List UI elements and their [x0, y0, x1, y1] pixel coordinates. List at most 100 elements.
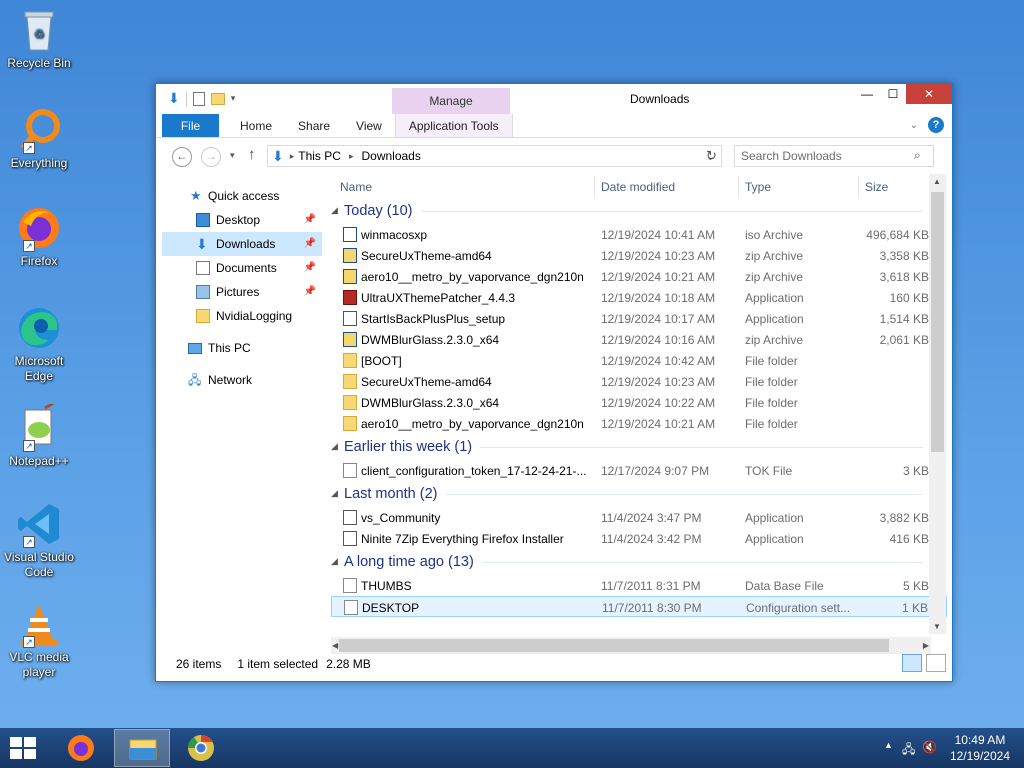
file-row[interactable]: [BOOT] 12/19/2024 10:42 AM File folder [331, 350, 947, 371]
taskbar-firefox[interactable] [53, 729, 109, 767]
file-row[interactable]: SecureUxTheme-amd64 12/19/2024 10:23 AM zi… [331, 245, 947, 266]
address-bar[interactable]: ⬇ ▸ This PC ▸ Downloads ⌄ [267, 145, 722, 167]
collapse-arrow-icon[interactable]: ◢ [331, 441, 338, 452]
recent-locations-icon[interactable]: ▾ [230, 150, 235, 161]
nav-quick-access[interactable]: ★ Quick access [162, 184, 322, 208]
file-row[interactable]: DESKTOP 11/7/2011 8:30 PM Configuration se… [331, 596, 947, 617]
navigation-pane: ★ Quick access Desktop 📌 ⬇ Downloads 📌 D… [162, 184, 322, 654]
file-row[interactable]: StartIsBackPlusPlus_setup 12/19/2024 10:1… [331, 308, 947, 329]
search-input[interactable]: Search Downloads [734, 145, 934, 167]
manage-tab[interactable]: Manage [392, 88, 510, 114]
vertical-scrollbar[interactable]: ▲ ▼ [929, 174, 946, 634]
nav-label: Network [208, 373, 253, 387]
scroll-left-icon[interactable]: ◀ [332, 641, 338, 650]
refresh-icon[interactable]: ↻ [706, 148, 717, 164]
desktop-icon-everything[interactable]: ↗ Everything [4, 106, 74, 171]
computer-icon [188, 343, 202, 354]
nav-downloads[interactable]: ⬇ Downloads 📌 [162, 232, 322, 256]
nav-this-pc[interactable]: This PC [162, 336, 322, 360]
back-button[interactable]: ← [172, 147, 192, 167]
file-row[interactable]: SecureUxTheme-amd64 12/19/2024 10:23 AM Fi… [331, 371, 947, 392]
forward-button[interactable]: → [201, 147, 221, 167]
title-bar[interactable]: ⬇ ▾ Manage Downloads — ☐ ✕ [156, 84, 952, 114]
file-explorer-window: ⬇ ▾ Manage Downloads — ☐ ✕ File Home Sha… [155, 83, 953, 682]
minimize-button[interactable]: — [854, 84, 880, 104]
breadcrumb-this-pc[interactable]: This PC [298, 149, 341, 163]
file-date-modified: 12/19/2024 10:41 AM [601, 228, 716, 242]
file-row[interactable]: DWMBlurGlass.2.3.0_x64 12/19/2024 10:22 A… [331, 392, 947, 413]
collapse-arrow-icon[interactable]: ◢ [331, 205, 338, 216]
desktop-icon-vscode[interactable]: ↗ Visual Studio Code [4, 500, 74, 580]
desktop-icon-notepadpp[interactable]: ↗ Notepad++ [4, 398, 74, 469]
desktop-icon-firefox[interactable]: ↗ Firefox [4, 204, 74, 269]
clock[interactable]: 10:49 AM 12/19/2024 [950, 732, 1010, 764]
maximize-button[interactable]: ☐ [880, 84, 906, 104]
taskbar-chrome[interactable] [173, 729, 229, 767]
collapse-arrow-icon[interactable]: ◢ [331, 556, 338, 567]
tab-file[interactable]: File [162, 114, 219, 137]
scroll-down-icon[interactable]: ▼ [933, 622, 941, 631]
vertical-scroll-thumb[interactable] [931, 192, 944, 452]
start-button[interactable] [10, 737, 36, 759]
collapse-arrow-icon[interactable]: ◢ [331, 488, 338, 499]
up-button[interactable]: ↑ [248, 146, 256, 163]
tab-share[interactable]: Share [285, 114, 343, 137]
details-view-button[interactable] [902, 654, 922, 672]
file-row[interactable]: vs_Community 11/4/2024 3:47 PM Application… [331, 507, 947, 528]
taskbar-file-explorer[interactable] [114, 729, 170, 767]
show-hidden-icons-icon[interactable]: ▲ [884, 740, 893, 750]
file-row[interactable]: aero10__metro_by_vaporvance_dgn210n 12/19… [331, 266, 947, 287]
scroll-up-icon[interactable]: ▲ [933, 177, 941, 186]
nav-pictures[interactable]: Pictures 📌 [162, 280, 322, 304]
desktop-icon-vlc[interactable]: ↗ VLC media player [4, 600, 74, 680]
help-icon[interactable]: ? [928, 117, 944, 133]
file-row[interactable]: THUMBS 11/7/2011 8:31 PM Data Base File 5 K… [331, 575, 947, 596]
column-size[interactable]: Size [865, 180, 888, 194]
group-header[interactable]: ◢ Today (10) [331, 198, 947, 224]
tab-application-tools[interactable]: Application Tools [394, 114, 513, 137]
column-divider[interactable] [738, 176, 739, 198]
close-button[interactable]: ✕ [906, 84, 952, 104]
tab-home[interactable]: Home [227, 114, 285, 137]
new-folder-icon[interactable] [210, 92, 225, 105]
network-status-icon[interactable]: 🖧 [902, 740, 915, 761]
nav-desktop[interactable]: Desktop 📌 [162, 208, 322, 232]
column-date-modified[interactable]: Date modified [601, 180, 675, 194]
downloads-arrow-icon[interactable]: ⬇ [168, 90, 180, 107]
properties-icon[interactable] [192, 91, 205, 106]
file-row[interactable]: aero10__metro_by_vaporvance_dgn210n 12/19… [331, 413, 947, 434]
horizontal-scroll-thumb[interactable] [339, 639, 889, 652]
qat-dropdown-icon[interactable]: ▾ [231, 93, 236, 104]
group-header[interactable]: ◢ Earlier this week (1) [331, 434, 947, 460]
column-divider[interactable] [858, 176, 859, 198]
group-header[interactable]: ◢ Last month (2) [331, 481, 947, 507]
expand-ribbon-icon[interactable]: ⌄ [910, 120, 918, 131]
nav-documents[interactable]: Documents 📌 [162, 256, 322, 280]
file-row[interactable]: winmacosxp 12/19/2024 10:41 AM iso Archive… [331, 224, 947, 245]
file-type: zip Archive [745, 270, 804, 284]
column-divider[interactable] [594, 176, 595, 198]
file-size: 1 KB [901, 601, 928, 615]
breadcrumb-downloads[interactable]: Downloads [361, 149, 420, 163]
breadcrumb-separator-icon[interactable]: ▸ [290, 151, 295, 162]
file-row[interactable]: UltraUXThemePatcher_4.4.3 12/19/2024 10:1… [331, 287, 947, 308]
group-header[interactable]: ◢ A long time ago (13) [331, 549, 947, 575]
everything-icon: ↗ [15, 106, 63, 154]
file-row[interactable]: Ninite 7Zip Everything Firefox Installer… [331, 528, 947, 549]
window-title: Downloads [630, 92, 690, 106]
column-type[interactable]: Type [745, 180, 771, 194]
horizontal-scrollbar[interactable]: ◀ ▶ [331, 637, 931, 654]
nav-network[interactable]: 🖧 Network [162, 368, 322, 392]
desktop-icon-edge[interactable]: Microsoft Edge [4, 304, 74, 384]
volume-muted-icon[interactable]: 🔇 [922, 740, 937, 754]
nav-nvidialogging[interactable]: NvidiaLogging [162, 304, 322, 328]
file-row[interactable]: client_configuration_token_17-12-24-21-.… [331, 460, 947, 481]
desktop-icon-recycle-bin[interactable]: ♻ Recycle Bin [4, 6, 74, 71]
breadcrumb-separator-icon[interactable]: ▸ [349, 151, 354, 162]
scroll-right-icon[interactable]: ▶ [923, 641, 929, 650]
file-name: winmacosxp [361, 228, 428, 242]
file-row[interactable]: DWMBlurGlass.2.3.0_x64 12/19/2024 10:16 A… [331, 329, 947, 350]
tab-view[interactable]: View [343, 114, 395, 137]
large-icons-view-button[interactable] [926, 654, 946, 672]
column-name[interactable]: Name [340, 180, 372, 194]
